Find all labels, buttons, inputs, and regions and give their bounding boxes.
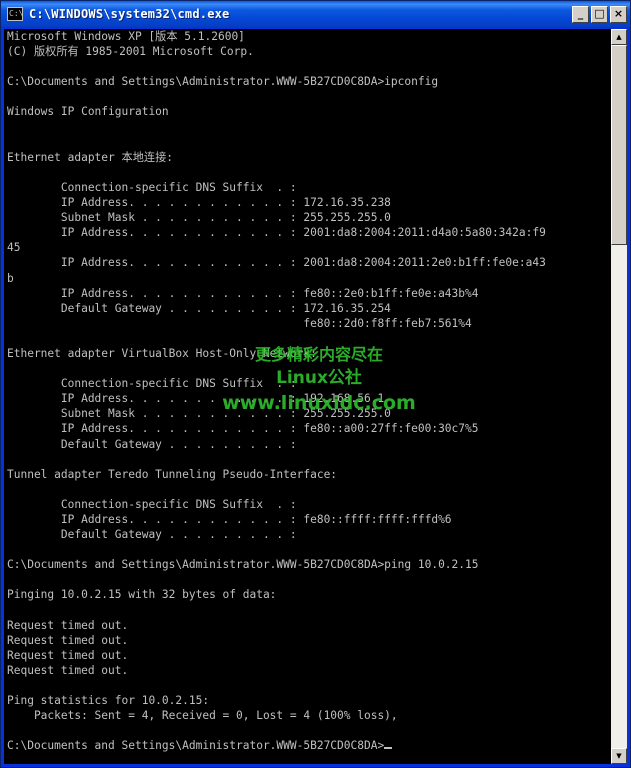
watermark-line3: www.linuxidc.com [222,392,416,414]
minimize-button[interactable]: _ [572,5,589,23]
console-line: IP Address. . . . . . . . . . . . : 2001… [7,256,546,270]
console-output[interactable]: Microsoft Windows XP [版本 5.1.2600] (C) 版权… [4,29,611,764]
window-title: C:\WINDOWS\system32\cmd.exe [29,7,230,21]
watermark: 更多精彩内容尽在 Linux公社 www.linuxidc.com [204,344,434,416]
console-line: Connection-specific DNS Suffix . : [7,180,297,194]
title-bar[interactable]: C:\ C:\WINDOWS\system32\cmd.exe _ □ × [1,1,630,27]
console-line: 45 [7,241,21,255]
maximize-button[interactable]: □ [591,5,608,23]
scroll-up-button[interactable]: ▲ [611,29,627,45]
cmd-window: C:\ C:\WINDOWS\system32\cmd.exe _ □ × Mi… [0,0,631,768]
console-line: Packets: Sent = 4, Received = 0, Lost = … [7,709,398,723]
console-line: Pinging 10.0.2.15 with 32 bytes of data: [7,588,277,602]
console-line: Request timed out. [7,618,129,632]
console-line: IP Address. . . . . . . . . . . . : fe80… [7,513,452,526]
console-line: IP Address. . . . . . . . . . . . : fe80… [7,286,479,300]
console-line: IP Address. . . . . . . . . . . . : 172.… [7,196,391,210]
cmd-icon[interactable]: C:\ [7,7,23,21]
console-line: C:\Documents and Settings\Administrator.… [7,558,479,572]
text-cursor [384,747,393,750]
console-line: Windows IP Configuration [7,105,169,119]
console-line: C:\Documents and Settings\Administrator.… [7,738,611,753]
close-button[interactable]: × [610,5,627,23]
console-line: (C) 版权所有 1985-2001 Microsoft Corp. [7,45,254,59]
console-line: Request timed out. [7,648,129,662]
scroll-down-button[interactable]: ▼ [611,748,627,764]
console-line: Default Gateway . . . . . . . . . : [7,437,297,451]
console-line: Tunnel adapter Teredo Tunneling Pseudo-I… [7,467,338,481]
console-line: fe80::2d0:f8ff:feb7:561%4 [7,316,472,330]
console-line: C:\Documents and Settings\Administrator.… [7,75,439,89]
console-line: IP Address. . . . . . . . . . . . : 2001… [7,226,546,240]
console-line: b [7,271,14,285]
console-line: Default Gateway . . . . . . . . . : 172.… [7,301,391,315]
console-line: Ping statistics for 10.0.2.15: [7,694,210,708]
console-line: Connection-specific DNS Suffix . : [7,497,297,511]
console-line: IP Address. . . . . . . . . . . . : fe80… [7,422,479,436]
vertical-scrollbar[interactable]: ▲ ▼ [611,29,627,764]
console-line: Default Gateway . . . . . . . . . : [7,528,297,542]
watermark-line2: Linux公社 [276,368,362,388]
console-line: Request timed out. [7,633,129,647]
console-line: Request timed out. [7,663,129,677]
console-line: Subnet Mask . . . . . . . . . . . : 255.… [7,211,391,225]
watermark-line1: 更多精彩内容尽在 [254,345,383,364]
console-line: Microsoft Windows XP [版本 5.1.2600] [7,30,245,43]
window-controls: _ □ × [572,5,627,23]
scroll-thumb[interactable] [611,45,627,245]
console-line: Ethernet adapter 本地连接: [7,150,173,164]
